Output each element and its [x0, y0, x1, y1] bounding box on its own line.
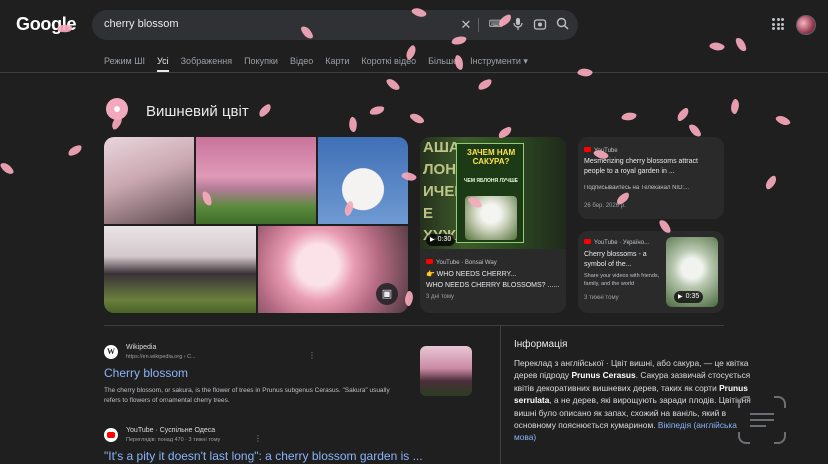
wikipedia-icon: W [104, 345, 118, 359]
mic-icon[interactable] [510, 17, 526, 33]
lens-line [750, 425, 766, 427]
petal-icon [727, 98, 743, 115]
apps-grid-icon[interactable] [772, 18, 784, 30]
lens-corner [738, 432, 750, 444]
video-subtitle: Подписывайтесь на Телеканал NID:... [584, 185, 690, 191]
info-heading: Інформація [514, 339, 568, 350]
search-results-page: Google cherry blossom ✕ ⌨ Режим ШІ Усі З… [0, 0, 828, 464]
youtube-icon [584, 239, 591, 244]
more-options-icon[interactable]: ⋮ [308, 351, 316, 360]
search-divider [478, 18, 479, 32]
petal-icon [256, 103, 274, 118]
play-icon: ▶ [678, 294, 683, 300]
video-title[interactable]: Cherry blossoms - a symbol of the... [584, 250, 662, 270]
petal-icon [409, 110, 425, 127]
petal-icon [735, 36, 747, 53]
close-icon[interactable]: ✕ [458, 17, 474, 33]
image-grid[interactable]: ▣ [104, 137, 408, 313]
petal-icon [576, 65, 594, 80]
petal-icon [774, 112, 792, 129]
result-site-name[interactable]: Wikipedia [126, 344, 156, 351]
result-title[interactable]: Cherry blossom [104, 366, 188, 380]
petal-icon [708, 39, 726, 54]
section-divider [104, 325, 724, 326]
petal-icon [0, 160, 15, 177]
video-source-text: YouTube · Україно... [594, 240, 650, 246]
video-card-1[interactable]: АША ЛОН ИЧЕМ Е ХУЖ ЗАЧЕМ НАМ САКУРА? ЧЕМ… [420, 137, 566, 313]
search-icon[interactable] [554, 17, 570, 33]
petal-icon [369, 105, 385, 116]
more-options-icon[interactable]: ⋮ [254, 434, 262, 443]
column-divider [500, 326, 501, 464]
video-poster: ЗАЧЕМ НАМ САКУРА? ЧЕМ ЯБЛОНЯ ЛУЧШЕ [456, 143, 524, 243]
play-icon: ▶ [430, 237, 435, 243]
petal-icon [674, 107, 692, 122]
info-bold-1: Prunus Cerasus [571, 370, 636, 381]
lens-corner [738, 396, 750, 408]
knowledge-panel-title: Вишневий цвіт [146, 103, 249, 120]
video-title-secondary[interactable]: WHO NEEDS CHERRY BLOSSOMS? ...... [426, 281, 564, 291]
video-source: YouTube · Bonsai Way [426, 259, 497, 266]
petal-icon [346, 116, 360, 133]
youtube-icon [104, 428, 118, 442]
petal-icon [385, 76, 401, 93]
search-input[interactable]: cherry blossom [104, 18, 179, 30]
image-tile-3[interactable] [318, 137, 408, 224]
info-description: Переклад з англійської · Цвіт вишні, або… [514, 357, 754, 444]
poster-title: ЗАЧЕМ НАМ САКУРА? [466, 148, 516, 166]
video-time: 3 дні тому [426, 294, 455, 300]
result-thumbnail[interactable] [420, 346, 472, 396]
header-divider [0, 72, 828, 73]
poster-subtitle: ЧЕМ ЯБЛОНЯ ЛУЧШЕ [464, 178, 518, 184]
thumbnail-side-text: АША ЛОН ИЧЕМ Е ХУЖ [423, 139, 467, 244]
result-site-name[interactable]: YouTube · Суспільне Одеса [126, 427, 215, 434]
image-tile-4[interactable] [104, 226, 256, 313]
result-snippet: The cherry blossom, or sakura, is the fl… [104, 387, 390, 404]
chevron-down-icon: ▾ [523, 56, 528, 66]
video-source: YouTube · Україно... [584, 239, 649, 246]
petal-icon [621, 110, 637, 123]
lens-corner [774, 396, 786, 408]
video-time: 3 тижні тому [584, 295, 619, 301]
petal-icon [67, 144, 83, 157]
youtube-icon [584, 147, 591, 152]
tab-tools-label: Інструменти [470, 56, 521, 66]
video-description: Share your videos with friends, family, … [584, 273, 660, 287]
youtube-icon [426, 259, 433, 264]
video-title[interactable]: Mesmerizing cherry blossoms attract peop… [584, 157, 718, 177]
video-thumbnail-1[interactable]: АША ЛОН ИЧЕМ Е ХУЖ ЗАЧЕМ НАМ САКУРА? ЧЕМ… [420, 137, 566, 249]
result-title[interactable]: "It's a pity it doesn't last long": a ch… [104, 449, 423, 463]
lens-line [750, 413, 774, 415]
image-expand-icon[interactable]: ▣ [376, 283, 398, 305]
lens-corner [774, 432, 786, 444]
result-url[interactable]: https://en.wikipedia.org › C... [126, 354, 196, 360]
video-title[interactable]: 👉 WHO NEEDS CHERRY... [426, 270, 562, 280]
avatar[interactable] [796, 15, 816, 35]
lens-line [750, 419, 774, 421]
video-duration: ▶ 0:30 [426, 234, 456, 246]
duration-text: 0:30 [437, 236, 452, 243]
google-lens-button[interactable] [738, 396, 786, 444]
video-source-text: YouTube · Bonsai Way [436, 260, 497, 266]
video-card-3[interactable]: YouTube · Україно... Cherry blossoms - a… [578, 231, 724, 313]
camera-lens-icon[interactable] [532, 17, 548, 33]
result-url[interactable]: Переглядів: понад 470 · 3 тижні тому [126, 437, 220, 443]
image-tile-1[interactable] [104, 137, 194, 224]
image-tile-2[interactable] [196, 137, 316, 224]
petal-icon [477, 78, 493, 91]
video-duration: ▶ 0:35 [674, 291, 704, 303]
duration-text: 0:35 [685, 293, 700, 300]
petal-icon [762, 174, 780, 191]
